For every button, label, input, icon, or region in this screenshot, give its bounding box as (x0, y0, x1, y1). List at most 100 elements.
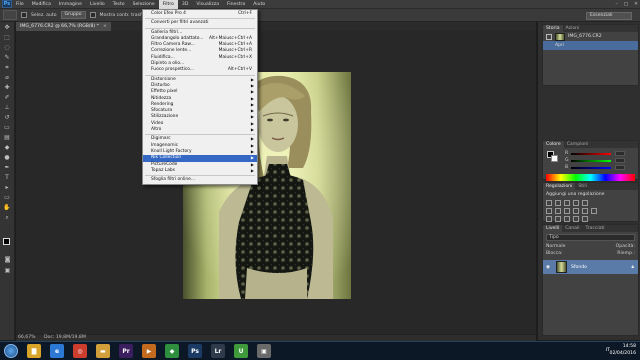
gradient-map-icon[interactable] (573, 216, 579, 222)
slider-r-track[interactable] (571, 152, 611, 155)
taskbar-premiere-icon[interactable]: Pr (119, 344, 133, 358)
menu-3d[interactable]: 3D (178, 0, 192, 9)
curves-icon[interactable] (564, 200, 570, 206)
healing-tool-icon[interactable]: ✚ (2, 83, 13, 92)
filter-menu-item-fuoco-prospettico[interactable]: Fuoco prospettico... Alt+Ctrl+V (143, 67, 257, 73)
taskbar-ie-icon[interactable]: e (50, 344, 64, 358)
type-tool-icon[interactable]: T (2, 173, 13, 182)
tab-actions[interactable]: Azioni (563, 25, 583, 32)
menu-aiuto[interactable]: Aiuto (249, 0, 269, 9)
hue-saturation-icon[interactable] (546, 208, 552, 214)
taskbar-explorer-icon[interactable]: ▇ (27, 344, 41, 358)
tab-history[interactable]: Storia (543, 25, 563, 32)
posterize-icon[interactable] (555, 216, 561, 222)
document-tab[interactable]: IMG_6776.CR2 @ 66,7% (RGB/8) * × (16, 22, 111, 31)
channel-mixer-icon[interactable] (582, 208, 588, 214)
filter-menu-item-converti-per-filtri-avanzati[interactable]: Converti per filtri avanzati (143, 20, 257, 26)
tab-color[interactable]: Colore (543, 141, 564, 148)
hand-tool-icon[interactable]: ✋ (2, 203, 13, 212)
tab-styles[interactable]: Stili (575, 183, 590, 190)
layer-filter-select[interactable]: Tipo (546, 234, 635, 241)
show-transform-checkbox[interactable] (89, 12, 96, 18)
filter-menu-item-sfoglia-filtri-online[interactable]: Sfoglia filtri online... (143, 177, 257, 183)
tab-paths[interactable]: Tracciati (583, 225, 608, 232)
vibrance-icon[interactable] (582, 200, 588, 206)
color-lookup-icon[interactable] (591, 208, 597, 214)
clone-stamp-tool-icon[interactable]: ⊥ (2, 103, 13, 112)
lasso-tool-icon[interactable]: ◌ (2, 43, 13, 52)
auto-select-dropdown[interactable]: Gruppo (60, 11, 86, 19)
menu-finestra[interactable]: Finestra (223, 0, 249, 9)
blend-mode-select[interactable]: Normale (546, 243, 565, 250)
slider-b-track[interactable] (571, 166, 611, 169)
tab-adjustments[interactable]: Regolazioni (543, 183, 576, 190)
menu-testo[interactable]: Testo (109, 0, 129, 9)
marquee-tool-icon[interactable]: ⬚ (2, 33, 13, 42)
slider-g-value[interactable] (615, 158, 625, 163)
tab-layers[interactable]: Livelli (543, 225, 563, 232)
brush-tool-icon[interactable]: ✐ (2, 93, 13, 102)
start-button[interactable] (4, 344, 18, 358)
tab-channels[interactable]: Canali (562, 225, 582, 232)
history-step[interactable]: Apri (543, 41, 638, 50)
quick-select-tool-icon[interactable]: ✎ (2, 53, 13, 62)
taskbar-app2-icon[interactable]: ▣ (257, 344, 271, 358)
filter-menu-item-topaz-labs[interactable]: Topaz Labs ▶ (143, 168, 257, 174)
threshold-icon[interactable] (564, 216, 570, 222)
history-snapshot[interactable]: IMG_6776.CR2 (543, 32, 638, 41)
menu-visualizza[interactable]: Visualizza (192, 0, 223, 9)
workspace-select[interactable]: Essenziali (586, 12, 632, 20)
taskbar-folder-icon[interactable]: ▬ (96, 344, 110, 358)
minimize-button[interactable]: – (616, 0, 618, 9)
system-clock[interactable]: 14:58 02/04/2016 (610, 344, 636, 357)
move-tool-preset-icon[interactable] (3, 10, 17, 20)
dodge-tool-icon[interactable]: ● (2, 153, 13, 162)
filter-menu-item-altro[interactable]: Altro ▶ (143, 127, 257, 133)
color-bg-swatch[interactable] (551, 155, 558, 162)
slider-b[interactable]: B (543, 164, 638, 171)
menu-file[interactable]: File (12, 0, 28, 9)
menu-livello[interactable]: Livello (86, 0, 109, 9)
selective-color-icon[interactable] (582, 216, 588, 222)
taskbar-chrome-icon[interactable]: ◎ (73, 344, 87, 358)
menu-immagine[interactable]: Immagine (55, 0, 86, 9)
filter-menu-item-color-efex-pro-4[interactable]: Color Efex Pro 4 Ctrl+F (143, 11, 257, 17)
quick-mask-icon[interactable]: ◙ (2, 255, 13, 264)
slider-g-track[interactable] (571, 159, 611, 162)
history-brush-tool-icon[interactable]: ↺ (2, 113, 13, 122)
crop-tool-icon[interactable]: ⌗ (2, 63, 13, 72)
exposure-icon[interactable] (573, 200, 579, 206)
pen-tool-icon[interactable]: ✒ (2, 163, 13, 172)
taskbar-lightroom-icon[interactable]: Lr (211, 344, 225, 358)
color-spectrum-bar[interactable] (546, 174, 635, 181)
path-select-tool-icon[interactable]: ▸ (2, 183, 13, 192)
slider-b-value[interactable] (615, 165, 625, 170)
foreground-color-swatch[interactable] (3, 238, 10, 245)
zoom-tool-icon[interactable]: ⌕ (2, 213, 13, 222)
slider-r-value[interactable] (615, 151, 625, 156)
levels-icon[interactable] (555, 200, 561, 206)
close-tab-icon[interactable]: × (103, 22, 107, 31)
menu-selezione[interactable]: Selezione (129, 0, 159, 9)
blur-tool-icon[interactable]: ◆ (2, 143, 13, 152)
taskbar-upwork-icon[interactable]: U (234, 344, 248, 358)
move-tool-icon[interactable]: ✥ (2, 23, 13, 32)
menu-filtro[interactable]: Filtro (158, 0, 178, 9)
taskbar-media-icon[interactable]: ▶ (142, 344, 156, 358)
layer-row[interactable]: ◉ Sfondo 🔒︎ (543, 260, 638, 274)
shape-tool-icon[interactable]: ▭ (2, 193, 13, 202)
photo-filter-icon[interactable] (573, 208, 579, 214)
visibility-eye-icon[interactable]: ◉ (546, 265, 552, 270)
color-balance-icon[interactable] (555, 208, 561, 214)
taskbar-photoshop-icon[interactable]: Ps (188, 344, 202, 358)
black-white-icon[interactable] (564, 208, 570, 214)
taskbar-app-icon[interactable]: ◆ (165, 344, 179, 358)
screen-mode-icon[interactable]: ▣ (2, 266, 13, 275)
eraser-tool-icon[interactable]: ▭ (2, 123, 13, 132)
invert-icon[interactable] (546, 216, 552, 222)
eyedropper-tool-icon[interactable]: ⌀ (2, 73, 13, 82)
menu-modifica[interactable]: Modifica (28, 0, 55, 9)
gradient-tool-icon[interactable]: ▤ (2, 133, 13, 142)
maximize-button[interactable]: □ (624, 0, 628, 9)
close-button[interactable]: ✕ (634, 0, 638, 9)
